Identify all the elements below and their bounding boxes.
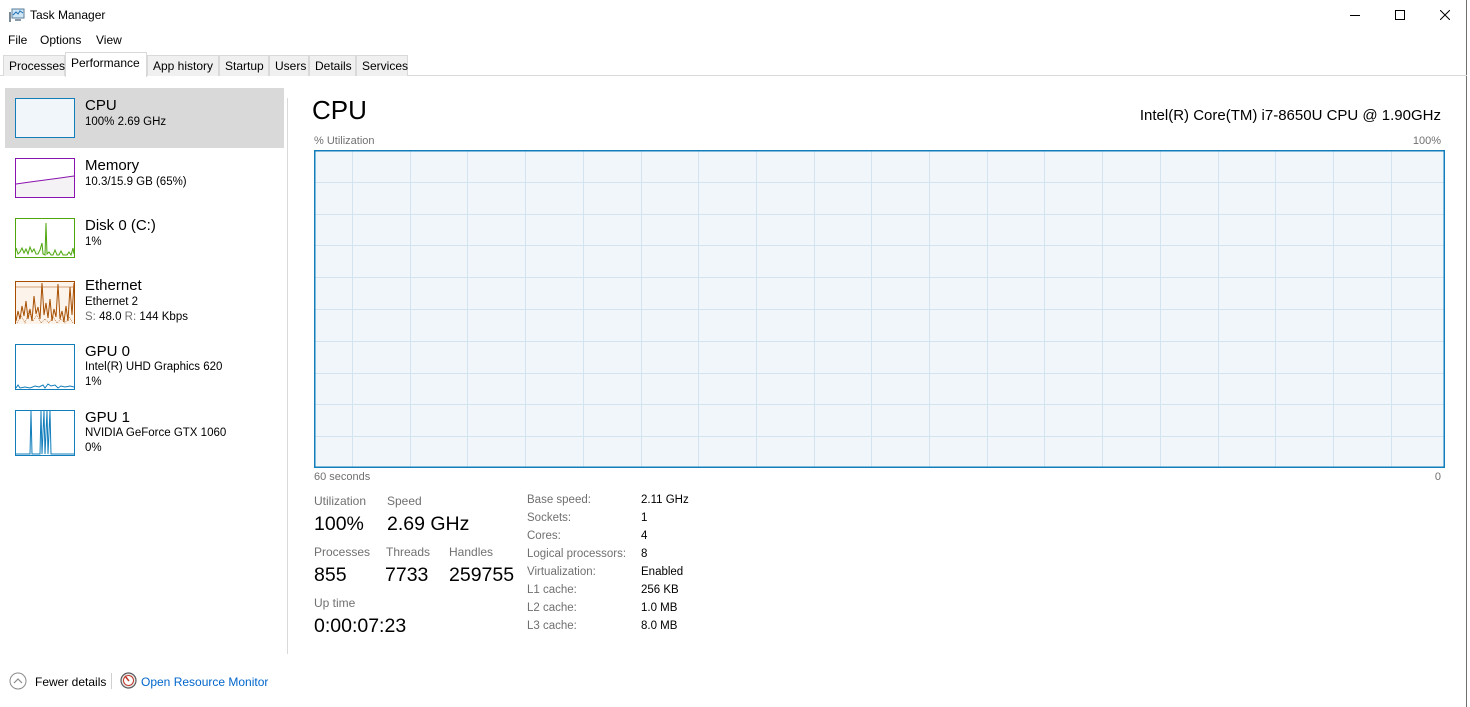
processes-value: 855 (314, 564, 347, 586)
tab-app-history[interactable]: App history (147, 55, 219, 76)
ethernet-throughput: S: 48.0 R: 144 Kbps (85, 311, 188, 323)
sidebar-item-gpu-1[interactable]: GPU 1 NVIDIA GeForce GTX 1060 0% (5, 400, 284, 460)
processes-label: Processes (314, 545, 371, 559)
page-title: CPU (312, 95, 367, 125)
info-label: Logical processors: (527, 548, 627, 560)
threads-value: 7733 (385, 564, 429, 586)
uptime-value: 0:00:07:23 (314, 615, 407, 637)
menu-file[interactable]: File (8, 33, 27, 47)
close-icon (1440, 10, 1450, 20)
sidebar-item-title: Memory (85, 157, 140, 174)
minimize-button[interactable] (1332, 0, 1378, 30)
receive-value: 144 Kbps (139, 311, 188, 323)
send-value: 48.0 (99, 311, 122, 323)
task-manager-window: Task Manager File Options View Processes… (0, 0, 1467, 707)
tab-processes[interactable]: Processes (3, 55, 65, 76)
sidebar-item-title: CPU (85, 97, 117, 114)
sidebar-item-disk[interactable]: Disk 0 (C:) 1% (5, 208, 284, 268)
maximize-icon (1395, 10, 1405, 20)
sidebar-item-ethernet[interactable]: Ethernet Ethernet 2 S: 48.0 R: 144 Kbps (5, 268, 284, 328)
minimize-icon (1350, 15, 1360, 16)
info-value: 4 (641, 530, 648, 542)
tab-bar: Processes Performance App history Startu… (0, 52, 1467, 77)
sidebar-item-usage: 0% (85, 442, 102, 454)
title-bar: Task Manager (0, 0, 1466, 30)
graph-x-min-label: 0 (1434, 471, 1441, 483)
info-label: L2 cache: (527, 602, 577, 614)
sidebar-item-detail: 100% 2.69 GHz (85, 116, 167, 128)
tab-startup[interactable]: Startup (219, 55, 269, 76)
menu-options[interactable]: Options (40, 33, 81, 47)
uptime-label: Up time (314, 596, 356, 610)
cpu-utilization-graph (314, 150, 1445, 468)
footer-divider (111, 673, 112, 689)
handles-label: Handles (449, 545, 494, 559)
maximize-button[interactable] (1377, 0, 1423, 30)
graph-y-label: % Utilization (314, 135, 375, 147)
graph-x-label: 60 seconds (314, 471, 371, 483)
sidebar-item-detail: 1% (85, 236, 102, 248)
gpu1-thumbnail-graph (15, 410, 75, 456)
info-label: L1 cache: (527, 584, 577, 596)
sidebar-item-title: GPU 0 (85, 343, 131, 360)
info-value: 256 KB (641, 584, 679, 596)
speed-value: 2.69 GHz (387, 513, 470, 535)
fewer-details-button[interactable]: Fewer details (35, 675, 106, 689)
sidebar-item-detail: 10.3/15.9 GB (65%) (85, 176, 187, 188)
handles-value: 259755 (449, 564, 515, 586)
sidebar-item-usage: 1% (85, 376, 102, 388)
open-resource-monitor-link[interactable]: Open Resource Monitor (141, 675, 268, 689)
info-value: 8.0 MB (641, 620, 678, 632)
gpu0-thumbnail-graph (15, 344, 75, 390)
threads-label: Threads (386, 545, 431, 559)
sidebar-item-detail: Intel(R) UHD Graphics 620 (85, 361, 223, 373)
footer: Fewer details Open Resource Monitor (0, 666, 1467, 696)
sidebar-item-memory[interactable]: Memory 10.3/15.9 GB (65%) (5, 148, 284, 208)
utilization-label: Utilization (314, 494, 367, 508)
tab-users[interactable]: Users (269, 55, 309, 76)
info-value: Enabled (641, 566, 684, 578)
info-label: Virtualization: (527, 566, 596, 578)
disk-thumbnail-graph (15, 218, 75, 258)
tab-services[interactable]: Services (356, 55, 408, 76)
sidebar-item-title: Disk 0 (C:) (85, 217, 156, 234)
info-label: Sockets: (527, 512, 572, 524)
sidebar-item-title: GPU 1 (85, 409, 131, 426)
utilization-value: 100% (314, 513, 364, 535)
info-label: Base speed: (527, 494, 591, 506)
cpu-model-name: Intel(R) Core(TM) i7-8650U CPU @ 1.90GHz (1139, 107, 1441, 124)
speed-label: Speed (387, 494, 422, 508)
close-button[interactable] (1422, 0, 1468, 30)
resource-list: CPU 100% 2.69 GHz Memory 10.3/15.9 GB (6… (0, 86, 290, 656)
receive-label: R: (124, 311, 137, 323)
task-manager-icon (9, 8, 25, 22)
info-value: 1 (641, 512, 648, 524)
sidebar-item-title: Ethernet (85, 277, 142, 294)
sidebar-item-gpu-0[interactable]: GPU 0 Intel(R) UHD Graphics 620 1% (5, 334, 284, 394)
chevron-up-circle-icon[interactable] (9, 672, 27, 690)
send-label: S: (85, 311, 96, 323)
info-value: 1.0 MB (641, 602, 678, 614)
info-value: 2.11 GHz (641, 494, 689, 506)
info-value: 8 (641, 548, 648, 560)
memory-thumbnail-graph (15, 158, 75, 198)
sidebar-item-detail: Ethernet 2 (85, 296, 139, 308)
tab-details[interactable]: Details (309, 55, 356, 76)
sidebar-item-detail: NVIDIA GeForce GTX 1060 (85, 427, 227, 439)
info-label: Cores: (527, 530, 561, 542)
sidebar-item-cpu[interactable]: CPU 100% 2.69 GHz (5, 88, 284, 148)
menu-view[interactable]: View (96, 33, 122, 47)
cpu-thumbnail-graph (15, 98, 75, 138)
graph-y-max-label: 100% (1412, 135, 1441, 147)
info-label: L3 cache: (527, 620, 577, 632)
window-title: Task Manager (30, 8, 106, 22)
panel-splitter[interactable] (287, 98, 288, 654)
ethernet-thumbnail-graph (15, 281, 75, 324)
resource-monitor-icon (120, 672, 137, 689)
tab-performance[interactable]: Performance (65, 52, 147, 77)
